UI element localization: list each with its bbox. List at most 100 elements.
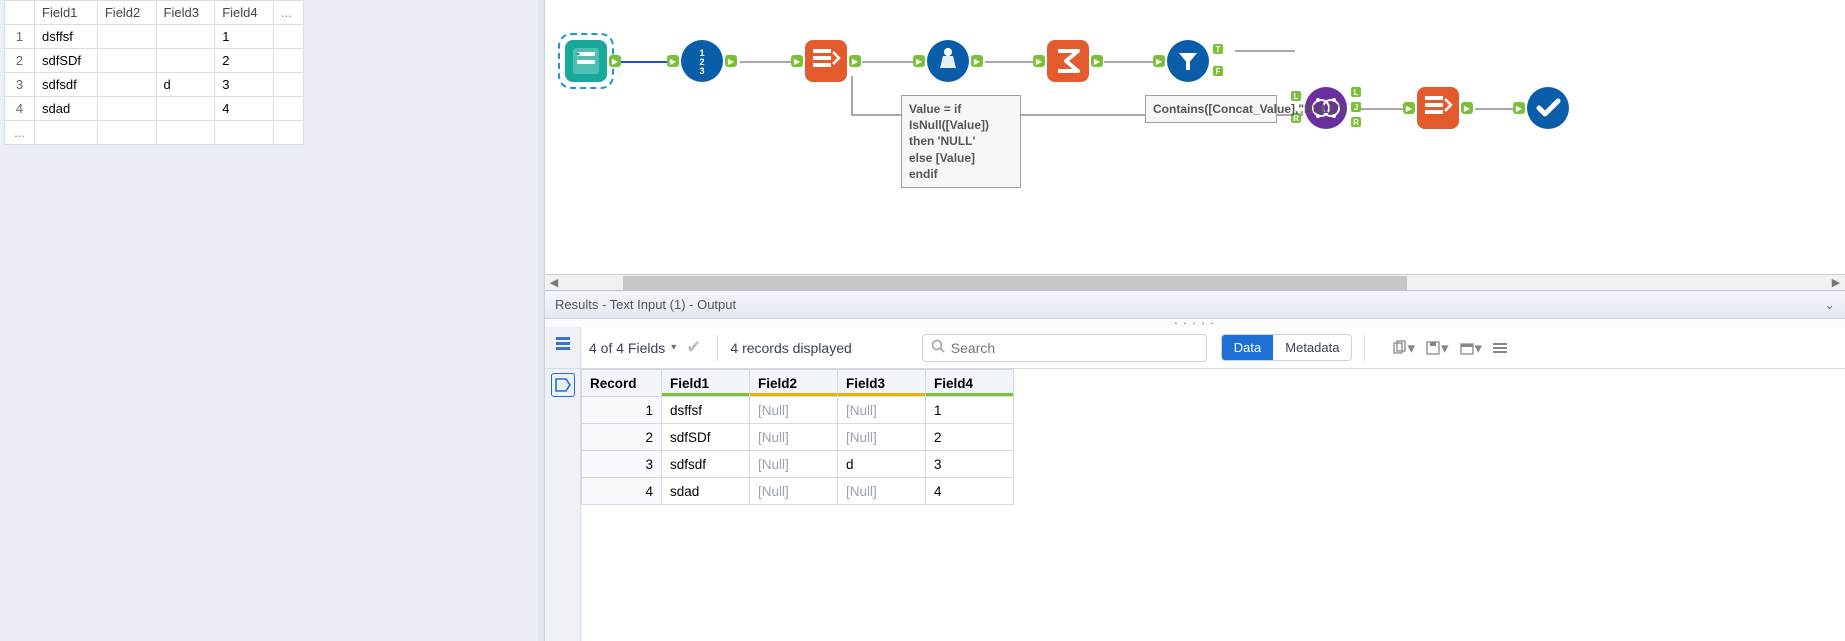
save-icon[interactable]: ▾ bbox=[1425, 339, 1449, 357]
config-row-num[interactable]: 3 bbox=[5, 73, 35, 97]
config-cell[interactable]: d bbox=[156, 73, 215, 97]
results-cell-null[interactable]: [Null] bbox=[750, 397, 838, 424]
config-col-header[interactable]: Field2 bbox=[97, 1, 156, 25]
config-cell[interactable]: sdfSDf bbox=[35, 49, 98, 73]
anchor-out[interactable]: ▶ bbox=[725, 55, 737, 67]
config-cell[interactable] bbox=[273, 73, 303, 97]
config-cell[interactable] bbox=[97, 25, 156, 49]
tool-formula[interactable]: ▶ ▶ bbox=[925, 38, 971, 84]
fields-dropdown-icon[interactable]: ▾ bbox=[671, 342, 676, 353]
results-cell[interactable]: 4 bbox=[926, 478, 1014, 505]
anchor-out[interactable]: ▶ bbox=[609, 55, 621, 67]
apply-check-icon[interactable]: ✔ bbox=[686, 337, 701, 358]
anchor-r-out[interactable]: R bbox=[1351, 117, 1361, 127]
anchor-j-out[interactable]: J bbox=[1351, 102, 1361, 112]
results-cell-null[interactable]: [Null] bbox=[750, 451, 838, 478]
config-row-add[interactable]: ... bbox=[5, 121, 35, 145]
canvas-hscroll[interactable]: ◀ ▶ bbox=[545, 274, 1845, 290]
anchor-out[interactable]: ▶ bbox=[1091, 55, 1103, 67]
scroll-right-icon[interactable]: ▶ bbox=[1827, 275, 1845, 291]
config-cell[interactable] bbox=[273, 49, 303, 73]
config-input-grid[interactable]: Field1 Field2 Field3 Field4 ... 1dsffsf1… bbox=[4, 0, 304, 145]
results-grid[interactable]: RecordField1Field2Field3Field4 1dsffsf[N… bbox=[581, 369, 1845, 641]
scroll-thumb[interactable] bbox=[623, 276, 1407, 290]
tab-metadata[interactable]: Metadata bbox=[1273, 335, 1351, 360]
tool-text-input[interactable]: ▶ bbox=[563, 38, 609, 84]
config-cell[interactable]: 1 bbox=[215, 25, 274, 49]
messages-view-icon[interactable] bbox=[551, 331, 575, 355]
results-cell[interactable]: dsffsf bbox=[662, 397, 750, 424]
data-metadata-toggle[interactable]: Data Metadata bbox=[1221, 334, 1353, 361]
config-cell[interactable] bbox=[156, 49, 215, 73]
tool-select-2[interactable]: ▶ ▶ bbox=[1415, 85, 1461, 131]
anchor-true[interactable]: T bbox=[1213, 44, 1223, 54]
filter-annotation[interactable]: Contains([Concat_Value],"NULL") bbox=[1145, 95, 1277, 123]
config-cell[interactable]: 4 bbox=[215, 97, 274, 121]
menu-icon[interactable] bbox=[1492, 340, 1508, 356]
results-cell[interactable]: d bbox=[838, 451, 926, 478]
results-col-header[interactable]: Field1 bbox=[662, 370, 750, 397]
config-cell[interactable] bbox=[97, 97, 156, 121]
results-cell[interactable]: 1 bbox=[926, 397, 1014, 424]
results-cell-null[interactable]: [Null] bbox=[750, 478, 838, 505]
results-cell[interactable]: sdfSDf bbox=[662, 424, 750, 451]
anchor-in[interactable]: ▶ bbox=[1403, 102, 1415, 114]
anchor-in[interactable]: ▶ bbox=[1513, 102, 1525, 114]
config-cell[interactable]: 2 bbox=[215, 49, 274, 73]
results-cell-null[interactable]: [Null] bbox=[838, 424, 926, 451]
anchor-false[interactable]: F bbox=[1213, 66, 1223, 76]
tool-summarize[interactable]: ▶ ▶ bbox=[1045, 38, 1091, 84]
results-col-header[interactable]: Field2 bbox=[750, 370, 838, 397]
config-cell[interactable]: 3 bbox=[215, 73, 274, 97]
results-cell-null[interactable]: [Null] bbox=[838, 478, 926, 505]
anchor-out[interactable]: ▶ bbox=[1461, 102, 1473, 114]
chevron-down-icon[interactable]: ⌄ bbox=[1824, 297, 1835, 313]
results-cell[interactable]: sdad bbox=[662, 478, 750, 505]
tool-browse[interactable]: ▶ bbox=[1525, 85, 1571, 131]
config-col-header[interactable]: Field4 bbox=[215, 1, 274, 25]
config-cell[interactable] bbox=[156, 97, 215, 121]
results-col-header[interactable]: Field4 bbox=[926, 370, 1014, 397]
results-search[interactable] bbox=[922, 334, 1207, 362]
config-cell[interactable]: sdfsdf bbox=[35, 73, 98, 97]
config-cell[interactable] bbox=[97, 49, 156, 73]
anchor-in[interactable]: ▶ bbox=[1153, 55, 1165, 67]
results-cell[interactable]: 2 bbox=[926, 424, 1014, 451]
tool-filter[interactable]: ▶ T F bbox=[1165, 38, 1211, 84]
results-col-header[interactable]: Record bbox=[582, 370, 662, 397]
anchor-in[interactable]: ▶ bbox=[1033, 55, 1045, 67]
config-row-num[interactable]: 4 bbox=[5, 97, 35, 121]
config-cell[interactable] bbox=[273, 97, 303, 121]
new-window-icon[interactable]: ▾ bbox=[1459, 339, 1483, 357]
copy-icon[interactable]: ▾ bbox=[1391, 339, 1415, 357]
results-cell-null[interactable]: [Null] bbox=[838, 397, 926, 424]
tool-record-id[interactable]: 123 ▶ ▶ bbox=[679, 38, 725, 84]
results-cell-null[interactable]: [Null] bbox=[750, 424, 838, 451]
anchor-left[interactable]: L bbox=[1291, 91, 1301, 101]
results-cell[interactable]: 3 bbox=[926, 451, 1014, 478]
config-row-num[interactable]: 2 bbox=[5, 49, 35, 73]
config-cell[interactable] bbox=[273, 25, 303, 49]
results-cell[interactable]: sdfsdf bbox=[662, 451, 750, 478]
tab-data[interactable]: Data bbox=[1222, 335, 1273, 360]
anchor-in[interactable]: ▶ bbox=[913, 55, 925, 67]
config-cell[interactable]: dsffsf bbox=[35, 25, 98, 49]
config-cell[interactable]: sdad bbox=[35, 97, 98, 121]
config-col-add[interactable]: ... bbox=[273, 1, 303, 25]
panel-resize-handle[interactable] bbox=[538, 0, 544, 641]
output-anchor-icon[interactable] bbox=[551, 373, 575, 397]
formula-annotation[interactable]: Value = if IsNull([Value]) then 'NULL' e… bbox=[901, 95, 1021, 188]
config-cell[interactable] bbox=[97, 73, 156, 97]
results-header[interactable]: Results - Text Input (1) - Output ⌄ bbox=[545, 291, 1845, 319]
results-resize-grip[interactable]: • • • • • bbox=[545, 319, 1845, 327]
anchor-out[interactable]: ▶ bbox=[971, 55, 983, 67]
anchor-l-out[interactable]: L bbox=[1351, 87, 1361, 97]
config-col-header[interactable]: Field3 bbox=[156, 1, 215, 25]
config-row-num[interactable]: 1 bbox=[5, 25, 35, 49]
tool-select[interactable]: ▶ ▶ bbox=[803, 38, 849, 84]
search-input[interactable] bbox=[951, 340, 1198, 356]
workflow-canvas[interactable]: ▶ 123 ▶ ▶ ▶ ▶ ▶ ▶ ▶ ▶ ▶ T bbox=[545, 0, 1845, 290]
config-cell[interactable] bbox=[156, 25, 215, 49]
anchor-in[interactable]: ▶ bbox=[667, 55, 679, 67]
scroll-track[interactable] bbox=[563, 276, 1827, 290]
